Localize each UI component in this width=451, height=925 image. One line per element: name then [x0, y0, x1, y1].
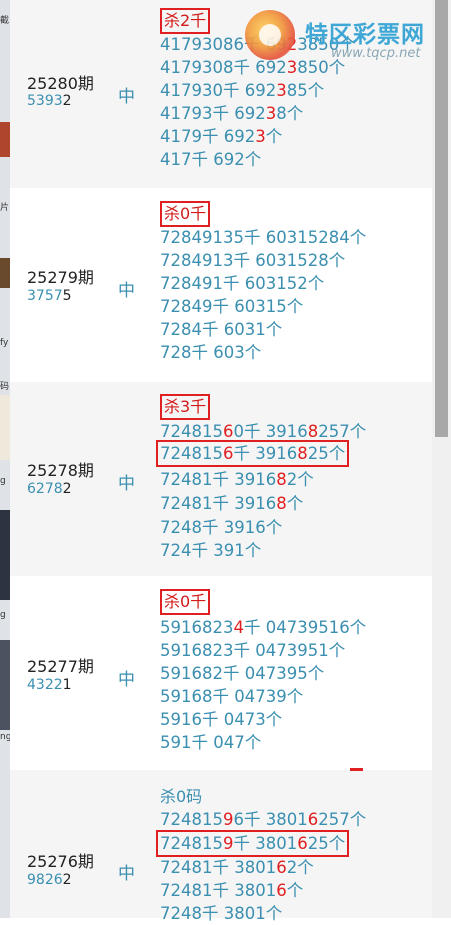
left-fragment: ng: [0, 732, 10, 742]
prediction-line: 72481596千 38016257个: [160, 810, 367, 829]
prediction-line: 59168千 04739个: [160, 687, 304, 706]
left-thumbnail: [0, 395, 10, 460]
list-item: 25276期 98262 中 杀0码 72481596千 38016257个 7…: [10, 770, 432, 923]
prediction-line: 4179千 6923个: [160, 127, 283, 146]
prediction-line: 7284千 6031个: [160, 320, 283, 339]
draw-code: 98262: [27, 872, 72, 888]
prediction-line: 7248千 3801个: [160, 904, 283, 923]
left-thumbnail: [0, 122, 10, 157]
period-number: 25277期: [27, 657, 94, 676]
prediction-line: 417千 692个: [160, 150, 262, 169]
draw-code: 53932: [27, 93, 72, 109]
hit-status: 中: [118, 474, 135, 494]
site-logo: 特区彩票网 www.tqcp.net: [245, 10, 445, 65]
prediction-line: 417930千 692385个: [160, 81, 325, 100]
left-fragment: 片: [0, 203, 10, 213]
prediction-line: 72481千 39168个: [160, 494, 304, 513]
scrollbar-thumb[interactable]: [435, 0, 448, 437]
kill-tag: 杀0千: [160, 589, 211, 615]
prediction-line: 724千 391个: [160, 541, 262, 560]
prediction-line: 72849135千 60315284个: [160, 228, 367, 247]
period-number: 25276期: [27, 852, 94, 871]
left-fragment: 码: [0, 382, 10, 392]
kill-tag: 杀2千: [160, 8, 211, 34]
prediction-line: 591千 047个: [160, 733, 262, 752]
hit-status: 中: [118, 864, 135, 884]
period-number: 25278期: [27, 461, 94, 480]
left-fragment: fy: [0, 338, 9, 348]
period-number: 25280期: [27, 74, 94, 93]
period-number: 25279期: [27, 268, 94, 287]
logo-title: 特区彩票网: [305, 22, 425, 48]
logo-url: www.tqcp.net: [331, 46, 421, 61]
logo-emblem-icon: [245, 10, 295, 60]
draw-code: 43221: [27, 677, 72, 693]
prediction-line: 7284913千 6031528个: [160, 251, 346, 270]
prediction-line: 72849千 60315个: [160, 297, 304, 316]
prediction-line: 7248千 3916个: [160, 518, 283, 537]
hit-status: 中: [118, 87, 135, 107]
red-marker: [350, 768, 363, 771]
list-item: 25278期 62782 中 杀3千 72481560千 39168257个 7…: [10, 382, 432, 576]
kill-tag: 杀3千: [160, 394, 211, 420]
left-fragment: g: [0, 476, 6, 486]
prediction-line: 72481千 38016个: [160, 881, 304, 900]
prediction-line: 728491千 603152个: [160, 274, 325, 293]
vertical-scrollbar[interactable]: [432, 0, 451, 918]
prediction-line: 72481千 391682个: [160, 470, 314, 489]
prediction-line: 728千 603个: [160, 343, 262, 362]
draw-code: 62782: [27, 481, 72, 497]
left-fragment: 截: [0, 16, 10, 26]
background-window-strip: 截 片 fy 码 g g ng: [0, 0, 10, 918]
prediction-line: 5916千 0473个: [160, 710, 283, 729]
list-item: 25277期 43221 中 杀0千 59168234千 04739516个 5…: [10, 576, 432, 770]
list-item: 25279期 37575 中 杀0千 72849135千 60315284个 7…: [10, 188, 432, 382]
kill-tag: 杀0码: [160, 787, 203, 806]
left-thumbnail: [0, 510, 10, 600]
hit-status: 中: [118, 670, 135, 690]
prediction-line: 72481千 380162个: [160, 858, 314, 877]
prediction-line: 41793千 69238个: [160, 104, 304, 123]
kill-tag: 杀0千: [160, 201, 211, 227]
prediction-line-highlighted: 7248156千 3916825个: [156, 440, 350, 467]
prediction-line-highlighted: 7248159千 3801625个: [156, 830, 350, 857]
prediction-line: 5916823千 0473951个: [160, 641, 346, 660]
draw-code: 37575: [27, 288, 72, 304]
hit-status: 中: [118, 281, 135, 301]
left-thumbnail: [0, 258, 10, 288]
left-thumbnail: [0, 640, 10, 730]
prediction-line: 591682千 047395个: [160, 664, 325, 683]
left-fragment: g: [0, 610, 6, 620]
prediction-line: 59168234千 04739516个: [160, 618, 367, 637]
